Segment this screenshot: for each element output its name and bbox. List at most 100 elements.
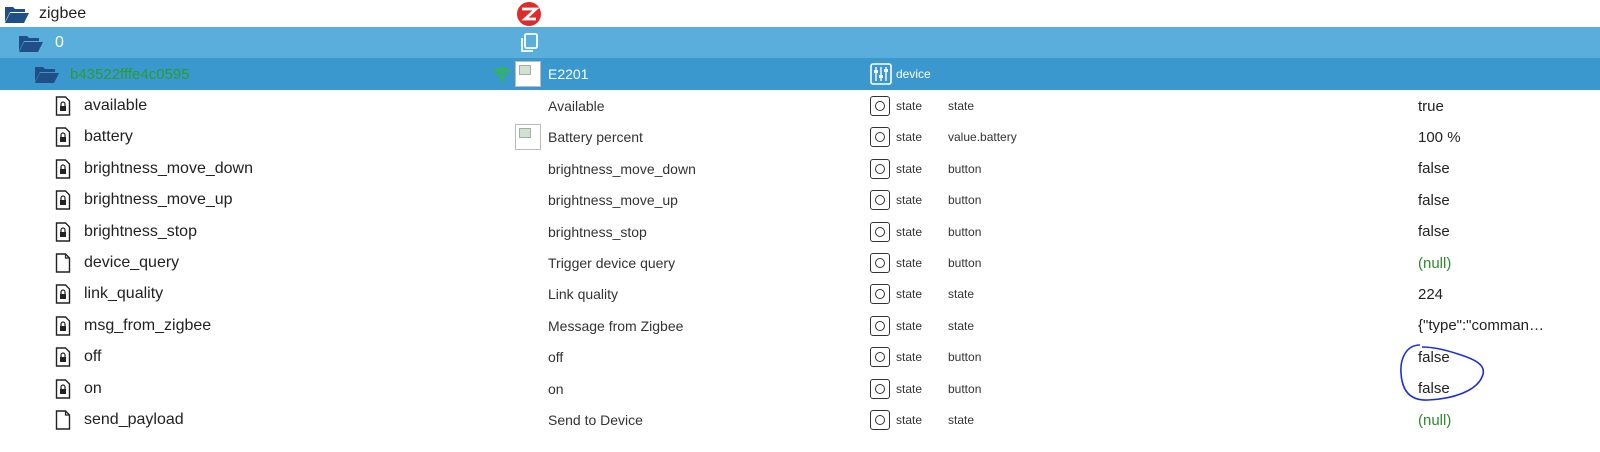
- state-description: Link quality: [548, 286, 619, 303]
- tree-label-instance: 0: [55, 33, 64, 51]
- device-image: [515, 58, 541, 90]
- state-role: state: [896, 381, 923, 396]
- state-button-icon[interactable]: [870, 90, 890, 122]
- state-value[interactable]: true: [1418, 90, 1444, 122]
- file-icon: [55, 247, 71, 279]
- state-name: link_quality: [84, 285, 164, 303]
- lock-file-icon: [55, 153, 71, 185]
- state-row-brightness-move-up[interactable]: brightness_move_up brightness_move_up stat…: [0, 184, 1600, 216]
- copy-icon[interactable]: [519, 27, 539, 58]
- state-button-icon[interactable]: [870, 184, 890, 216]
- tree-row-device[interactable]: b43522fffe4c0595 E2201 device: [0, 58, 1600, 90]
- state-value[interactable]: false: [1418, 216, 1450, 248]
- state-type: state: [948, 318, 975, 333]
- state-value[interactable]: false: [1418, 153, 1450, 185]
- state-description: brightness_move_down: [548, 160, 696, 177]
- state-role: state: [896, 224, 923, 239]
- state-name: off: [84, 348, 102, 366]
- state-role: state: [896, 256, 923, 270]
- state-button-icon[interactable]: [870, 341, 890, 373]
- state-button-icon[interactable]: [870, 153, 890, 185]
- state-value[interactable]: 100 %: [1418, 121, 1461, 153]
- state-name: brightness_move_down: [84, 159, 253, 177]
- state-role: state: [896, 413, 923, 427]
- state-button-icon[interactable]: [870, 373, 890, 405]
- state-value[interactable]: false: [1418, 341, 1450, 373]
- state-name: brightness_move_up: [84, 191, 233, 209]
- state-value[interactable]: false: [1418, 373, 1450, 405]
- state-role: state: [896, 287, 923, 302]
- state-button-icon[interactable]: [870, 278, 890, 310]
- state-row-off[interactable]: off off state button false: [0, 341, 1600, 373]
- folder-open-icon[interactable]: [4, 0, 30, 27]
- state-type: button: [948, 350, 982, 365]
- state-image: [515, 121, 541, 153]
- state-value[interactable]: {"type":"comman…: [1418, 310, 1544, 342]
- state-type: button: [948, 193, 982, 208]
- state-name: on: [84, 379, 102, 397]
- state-value[interactable]: 224: [1418, 278, 1443, 310]
- state-row-link-quality[interactable]: link_quality Link quality state state 224: [0, 278, 1600, 310]
- device-role: device: [896, 67, 931, 81]
- lock-file-icon: [55, 310, 71, 342]
- lock-file-icon: [55, 341, 71, 373]
- state-type: button: [948, 256, 982, 270]
- state-value[interactable]: false: [1418, 184, 1450, 216]
- state-role: state: [896, 99, 923, 113]
- tree-row-instance[interactable]: 0: [0, 27, 1600, 58]
- folder-open-icon[interactable]: [18, 27, 44, 58]
- device-name: E2201: [548, 66, 589, 82]
- state-row-available[interactable]: available Available state state true: [0, 90, 1600, 122]
- state-value[interactable]: (null): [1418, 247, 1451, 279]
- state-row-battery[interactable]: battery Battery percent state value.battery…: [0, 121, 1600, 153]
- state-name: msg_from_zigbee: [84, 316, 212, 334]
- state-description: Battery percent: [548, 129, 643, 146]
- state-value[interactable]: (null): [1418, 404, 1451, 436]
- state-row-msg-from-zigbee[interactable]: msg_from_zigbee Message from Zigbee state s…: [0, 310, 1600, 342]
- state-description: Send to Device: [548, 412, 643, 428]
- state-type: button: [948, 161, 982, 176]
- state-type: state: [948, 287, 975, 302]
- lock-file-icon: [55, 121, 71, 153]
- state-button-icon[interactable]: [870, 310, 890, 342]
- lock-file-icon: [55, 90, 71, 122]
- wifi-signal-icon: [492, 58, 512, 90]
- state-button-icon[interactable]: [870, 216, 890, 248]
- lock-file-icon: [55, 216, 71, 248]
- state-role: state: [896, 161, 923, 176]
- lock-file-icon: [55, 278, 71, 310]
- state-button-icon[interactable]: [870, 404, 890, 436]
- state-name: battery: [84, 128, 133, 146]
- state-description: brightness_move_up: [548, 192, 678, 209]
- state-type: button: [948, 381, 982, 396]
- state-row-on[interactable]: on on state button false: [0, 373, 1600, 405]
- tree-label-zigbee: zigbee: [39, 4, 87, 22]
- folder-open-icon[interactable]: [34, 58, 60, 90]
- state-button-icon[interactable]: [870, 121, 890, 153]
- state-type: value.battery: [948, 130, 1017, 145]
- state-row-brightness-move-down[interactable]: brightness_move_down brightness_move_down…: [0, 153, 1600, 185]
- state-name: brightness_stop: [84, 222, 197, 240]
- zigbee-logo-icon: [515, 0, 543, 27]
- state-role: state: [896, 318, 923, 333]
- state-button-icon[interactable]: [870, 247, 890, 279]
- state-description: off: [548, 349, 564, 366]
- state-role: state: [896, 350, 923, 365]
- state-role: state: [896, 193, 923, 208]
- state-description: Trigger device query: [548, 255, 676, 271]
- state-description: brightness_stop: [548, 223, 647, 240]
- sliders-icon[interactable]: [870, 58, 892, 90]
- state-row-device-query[interactable]: device_query Trigger device query state but…: [0, 247, 1600, 279]
- state-type: state: [948, 99, 975, 113]
- state-description: on: [548, 380, 564, 397]
- state-name: send_payload: [84, 411, 184, 428]
- state-description: Available: [548, 98, 605, 114]
- state-type: state: [948, 413, 975, 427]
- state-name: available: [84, 97, 148, 114]
- state-type: button: [948, 224, 982, 239]
- state-name: device_query: [84, 254, 180, 271]
- state-role: state: [896, 130, 923, 145]
- state-row-brightness-stop[interactable]: brightness_stop brightness_stop state butto…: [0, 216, 1600, 248]
- state-description: Message from Zigbee: [548, 317, 684, 334]
- state-row-send-payload[interactable]: send_payload Send to Device state state (nul…: [0, 404, 1600, 436]
